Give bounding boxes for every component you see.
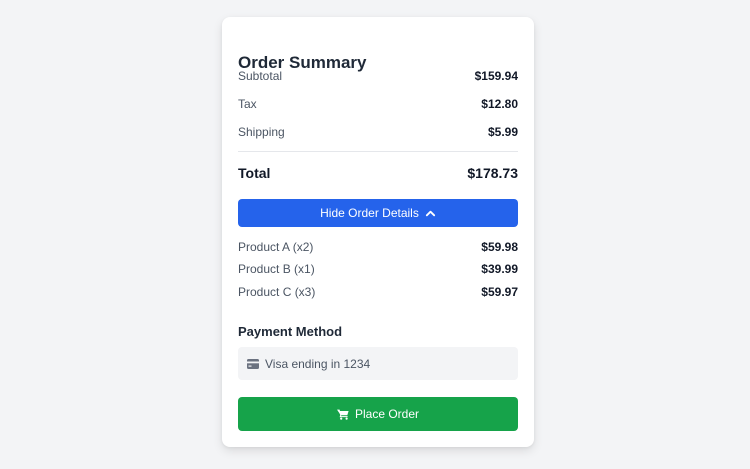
line-item: Product A (x2) $59.98 — [238, 239, 518, 255]
line-item-label: Product C (x3) — [238, 285, 316, 299]
payment-method-box[interactable]: Visa ending in 1234 — [238, 347, 518, 380]
line-item: Product C (x3) $59.97 — [238, 284, 518, 300]
tax-value: $12.80 — [481, 97, 518, 111]
shipping-label: Shipping — [238, 125, 285, 139]
tax-label: Tax — [238, 97, 257, 111]
place-order-label: Place Order — [354, 407, 420, 421]
payment-method-title: Payment Method — [238, 324, 343, 339]
total-value: $178.73 — [467, 165, 518, 181]
total-label: Total — [238, 165, 271, 181]
subtotal-row: Subtotal $159.94 — [238, 68, 518, 84]
place-order-button[interactable]: Place Order — [238, 397, 518, 431]
toggle-order-details-label: Hide Order Details — [320, 206, 419, 220]
chevron-up-icon — [425, 210, 435, 216]
total-row: Total $178.73 — [238, 165, 518, 181]
summary-divider — [238, 151, 518, 152]
payment-method-text: Visa ending in 1234 — [265, 356, 371, 371]
subtotal-value: $159.94 — [474, 69, 518, 83]
line-item-price: $59.98 — [481, 240, 518, 254]
tax-row: Tax $12.80 — [238, 96, 518, 112]
order-summary-card: Order Summary Subtotal $159.94 Tax $12.8… — [222, 17, 534, 447]
line-item: Product B (x1) $39.99 — [238, 261, 518, 277]
shipping-value: $5.99 — [487, 125, 518, 139]
credit-card-icon — [247, 358, 259, 369]
line-item-price: $39.99 — [481, 262, 518, 276]
line-item-label: Product B (x1) — [238, 262, 315, 276]
shipping-row: Shipping $5.99 — [238, 124, 518, 140]
toggle-order-details-button[interactable]: Hide Order Details — [238, 199, 518, 227]
subtotal-label: Subtotal — [238, 69, 283, 83]
line-item-price: $59.97 — [481, 285, 518, 299]
line-item-label: Product A (x2) — [238, 240, 314, 254]
cart-icon — [336, 408, 349, 420]
